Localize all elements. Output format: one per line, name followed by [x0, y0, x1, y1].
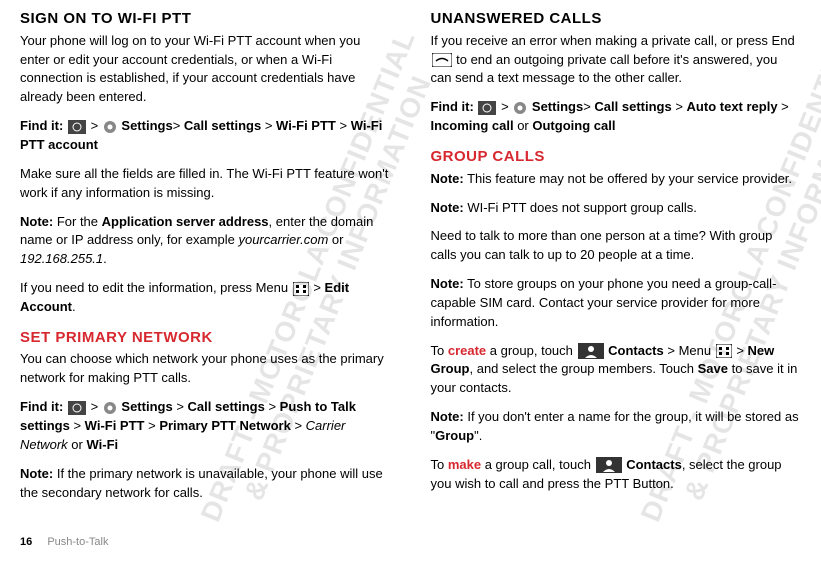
heading-sign-on: Sign on to Wi-Fi PTT	[20, 8, 391, 30]
para: Your phone will log on to your Wi-Fi PTT…	[20, 32, 391, 107]
example-domain: yourcarrier.com	[238, 232, 328, 247]
gear-icon	[103, 120, 117, 134]
text: To store groups on your phone you need a…	[431, 276, 777, 329]
text: a group call, touch	[481, 457, 594, 472]
text: a group, touch	[486, 343, 576, 358]
text: or	[514, 118, 533, 133]
text: >	[733, 343, 748, 358]
call-settings-label: Call settings	[188, 399, 265, 414]
note-label: Note:	[431, 200, 464, 215]
example-ip: 192.168.255.1	[20, 251, 103, 266]
settings-label: Settings	[121, 399, 172, 414]
call-settings-label: Call settings	[594, 99, 671, 114]
find-it-label: Find it:	[431, 99, 474, 114]
text: > Menu	[664, 343, 715, 358]
text: To	[431, 343, 448, 358]
find-it-label: Find it:	[20, 399, 63, 414]
find-it-row: Find it: > Settings > Call settings > Pu…	[20, 398, 391, 455]
find-it-row: Find it: > Settings> Call settings > Aut…	[431, 98, 802, 136]
note-row: Note: To store groups on your phone you …	[431, 275, 802, 332]
heading-group-calls: Group calls	[431, 146, 802, 168]
text: >	[310, 280, 325, 295]
outgoing-call-label: Outgoing call	[532, 118, 615, 133]
text: If you don't enter a name for the group,…	[431, 409, 799, 443]
launcher-icon	[68, 401, 86, 415]
note-row: Note: This feature may not be offered by…	[431, 170, 802, 189]
settings-label: Settings	[121, 118, 172, 133]
create-group-row: To create a group, touch Contacts > Menu…	[431, 342, 802, 399]
text: to end an outgoing private call before i…	[431, 52, 778, 86]
end-key-icon	[432, 53, 452, 67]
note-row: Note: For the Application server address…	[20, 213, 391, 270]
create-word: create	[448, 343, 486, 358]
para: Make sure all the fields are filled in. …	[20, 165, 391, 203]
note-row: Note: WI-Fi PTT does not support group c…	[431, 199, 802, 218]
text: For the	[53, 214, 101, 229]
note-row: Note: If you don't enter a name for the …	[431, 408, 802, 446]
text: or	[328, 232, 343, 247]
text: , and select the group members. Touch	[470, 361, 698, 376]
left-column: Sign on to Wi-Fi PTT Your phone will log…	[20, 8, 391, 512]
text: If the primary network is unavailable, y…	[20, 466, 383, 500]
note-label: Note:	[431, 276, 464, 291]
right-column: Unanswered calls If you receive an error…	[431, 8, 802, 512]
text: .	[72, 299, 76, 314]
section-name: Push-to-Talk	[47, 536, 108, 548]
settings-label: Settings	[532, 99, 583, 114]
primary-ptt-label: Primary PTT Network	[159, 418, 291, 433]
text: ".	[474, 428, 482, 443]
incoming-call-label: Incoming call	[431, 118, 514, 133]
note-label: Note:	[20, 466, 53, 481]
app-server-addr: Application server address	[102, 214, 269, 229]
auto-text-reply-label: Auto text reply	[687, 99, 778, 114]
heading-unanswered: Unanswered calls	[431, 8, 802, 30]
launcher-icon	[478, 101, 496, 115]
menu-key-icon	[716, 344, 732, 358]
group-default-name: Group	[435, 428, 474, 443]
gear-icon	[513, 101, 527, 115]
note-label: Note:	[20, 214, 53, 229]
find-it-row: Find it: > Settings> Call settings > Wi-…	[20, 117, 391, 155]
save-label: Save	[698, 361, 728, 376]
find-it-label: Find it:	[20, 118, 63, 133]
para: You can choose which network your phone …	[20, 350, 391, 388]
make-call-row: To make a group call, touch Contacts, se…	[431, 456, 802, 494]
contacts-icon	[596, 457, 622, 473]
wifi-label: Wi-Fi	[86, 437, 118, 452]
contacts-label: Contacts	[608, 343, 664, 358]
launcher-icon	[68, 120, 86, 134]
heading-primary-network: Set primary network	[20, 327, 391, 349]
wifi-ptt-label: Wi-Fi PTT	[276, 118, 336, 133]
gear-icon	[103, 401, 117, 415]
para: If you need to edit the information, pre…	[20, 279, 391, 317]
note-label: Note:	[431, 171, 464, 186]
wifi-ptt-label: Wi-Fi PTT	[85, 418, 145, 433]
contacts-icon	[578, 343, 604, 359]
text: or	[68, 437, 87, 452]
note-label: Note:	[431, 409, 464, 424]
footer: 16 Push-to-Talk	[20, 535, 108, 551]
text: If you receive an error when making a pr…	[431, 33, 795, 48]
contacts-label: Contacts	[626, 457, 682, 472]
page-number: 16	[20, 536, 32, 548]
call-settings-label: Call settings	[184, 118, 261, 133]
para: Need to talk to more than one person at …	[431, 227, 802, 265]
text: If you need to edit the information, pre…	[20, 280, 292, 295]
page-content: Sign on to Wi-Fi PTT Your phone will log…	[0, 0, 821, 512]
para: If you receive an error when making a pr…	[431, 32, 802, 89]
text: This feature may not be offered by your …	[464, 171, 792, 186]
menu-key-icon	[293, 282, 309, 296]
text: WI-Fi PTT does not support group calls.	[464, 200, 697, 215]
text: .	[103, 251, 107, 266]
text: To	[431, 457, 448, 472]
make-word: make	[448, 457, 481, 472]
note-row: Note: If the primary network is unavaila…	[20, 465, 391, 503]
